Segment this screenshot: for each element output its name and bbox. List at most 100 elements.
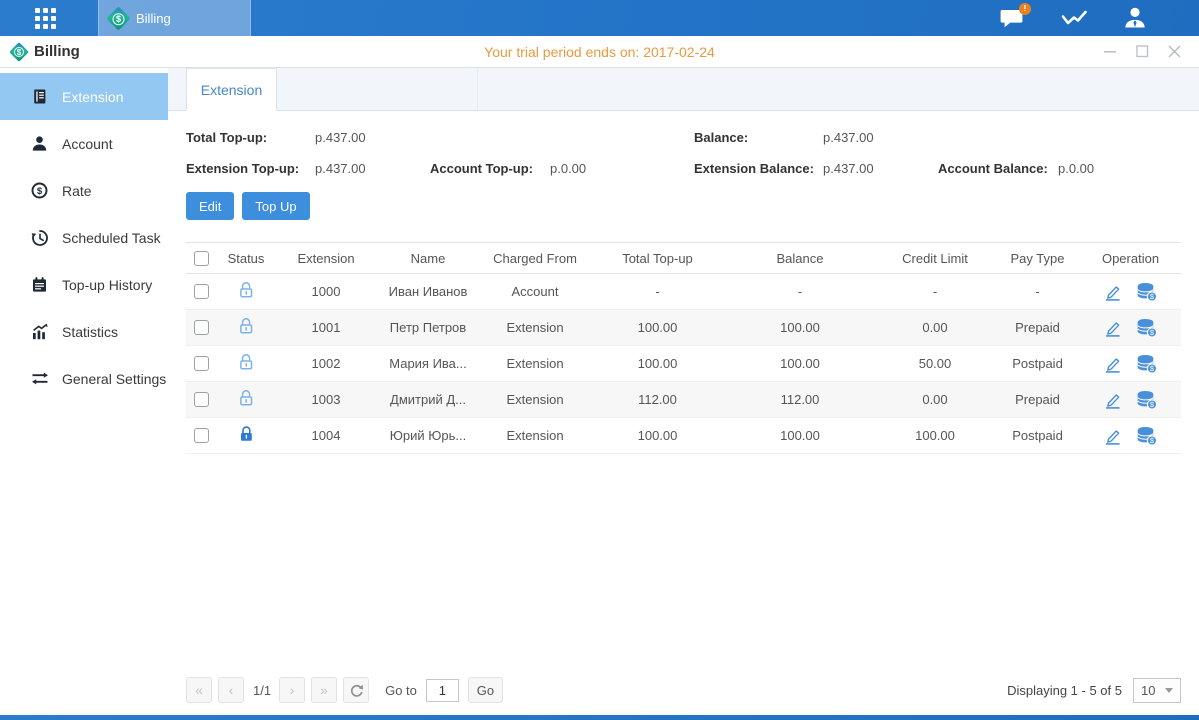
chat-icon[interactable]: !: [1000, 7, 1025, 30]
sidebar-item-topup-history[interactable]: Top-up History: [0, 261, 168, 308]
page-size-select[interactable]: 10: [1133, 678, 1181, 703]
trial-message: Your trial period ends on: 2017-02-24: [0, 44, 1199, 60]
pagination-next-button[interactable]: ›: [279, 677, 305, 703]
col-operation: Operation: [1080, 243, 1181, 274]
summary-panel: Total Top-up: p.437.00 Extension Top-up:…: [186, 127, 1181, 178]
top-up-button[interactable]: Top Up: [242, 192, 309, 220]
topup-coins-icon[interactable]: $: [1136, 282, 1158, 302]
balance-label: Balance:: [694, 130, 823, 145]
locked-icon[interactable]: [238, 425, 255, 443]
stats-icon: [30, 323, 49, 340]
row-checkbox[interactable]: [194, 392, 209, 407]
account-balance-value: p.0.00: [1058, 161, 1173, 176]
cell-charged-from: Account: [480, 274, 590, 310]
minimize-icon[interactable]: [1104, 45, 1117, 58]
table-header-row: Status Extension Name Charged From Total…: [186, 243, 1181, 274]
sidebar-item-label: Rate: [62, 183, 92, 199]
extension-topup-label: Extension Top-up:: [186, 161, 315, 176]
edit-icon[interactable]: [1103, 282, 1122, 301]
sidebar-item-label: Top-up History: [62, 277, 152, 293]
app-launcher-grid-icon[interactable]: [35, 8, 56, 29]
edit-icon[interactable]: [1103, 390, 1122, 409]
col-credit-limit: Credit Limit: [875, 243, 995, 274]
cell-balance: 100.00: [725, 310, 875, 346]
tab-strip-divider: [477, 68, 478, 110]
sidebar-item-label: Statistics: [62, 324, 118, 340]
edit-icon[interactable]: [1103, 426, 1122, 445]
cell-charged-from: Extension: [480, 310, 590, 346]
account-topup-label: Account Top-up:: [430, 161, 550, 176]
notification-badge: !: [1019, 3, 1031, 15]
pagination-prev-button[interactable]: ‹: [218, 677, 244, 703]
top-bar: $ Billing !: [0, 0, 1199, 36]
col-balance: Balance: [725, 243, 875, 274]
cell-name: Иван Иванов: [376, 274, 480, 310]
cell-pay-type: Prepaid: [995, 382, 1080, 418]
row-checkbox[interactable]: [194, 320, 209, 335]
sidebar-item-statistics[interactable]: Statistics: [0, 308, 168, 355]
extension-table-body: 1000Иван ИвановAccount----$1001Петр Петр…: [186, 274, 1181, 454]
cell-name: Юрий Юрь...: [376, 418, 480, 454]
topup-coins-icon[interactable]: $: [1136, 354, 1158, 374]
pagination-first-button[interactable]: «: [186, 677, 212, 703]
row-checkbox[interactable]: [194, 428, 209, 443]
taskbar-item-billing[interactable]: $ Billing: [98, 0, 251, 36]
cell-pay-type: Prepaid: [995, 310, 1080, 346]
sidebar-item-scheduled-task[interactable]: Scheduled Task: [0, 214, 168, 261]
edit-icon[interactable]: [1103, 318, 1122, 337]
cell-credit-limit: 50.00: [875, 346, 995, 382]
select-all-checkbox[interactable]: [194, 251, 209, 266]
topup-coins-icon[interactable]: $: [1136, 426, 1158, 446]
extension-balance-value: p.437.00: [823, 161, 938, 176]
edit-button[interactable]: Edit: [186, 192, 234, 220]
unlocked-icon[interactable]: [238, 281, 255, 299]
row-checkbox[interactable]: [194, 284, 209, 299]
col-extension: Extension: [276, 243, 376, 274]
cell-extension: 1002: [276, 346, 376, 382]
sidebar-item-label: Scheduled Task: [62, 230, 161, 246]
sidebar-item-label: Extension: [62, 89, 123, 105]
page-indicator: 1/1: [253, 683, 271, 698]
user-icon[interactable]: [1123, 6, 1147, 30]
billing-diamond-icon: $: [106, 6, 130, 30]
billing-diamond-icon: $: [9, 42, 29, 62]
sidebar-item-label: General Settings: [62, 371, 166, 387]
row-checkbox[interactable]: [194, 356, 209, 371]
unlocked-icon[interactable]: [238, 353, 255, 371]
topup-coins-icon[interactable]: $: [1136, 390, 1158, 410]
tab-extension[interactable]: Extension: [186, 68, 277, 111]
monitor-chart-icon[interactable]: [1061, 8, 1087, 29]
goto-label: Go to: [385, 683, 417, 698]
dollar-coin-icon: $: [30, 182, 49, 199]
unlocked-icon[interactable]: [238, 389, 255, 407]
unlocked-icon[interactable]: [238, 317, 255, 335]
cell-balance: 100.00: [725, 418, 875, 454]
goto-page-input[interactable]: [426, 679, 459, 702]
page-size-value: 10: [1141, 683, 1155, 698]
cell-extension: 1004: [276, 418, 376, 454]
col-charged-from: Charged From: [480, 243, 590, 274]
person-icon: [30, 135, 49, 152]
cell-credit-limit: -: [875, 274, 995, 310]
cell-balance: 100.00: [725, 346, 875, 382]
sidebar-item-general-settings[interactable]: General Settings: [0, 355, 168, 402]
topup-coins-icon[interactable]: $: [1136, 318, 1158, 338]
close-icon[interactable]: [1168, 45, 1181, 58]
pagination-bar: « ‹ 1/1 › » Go to Go Displaying 1 - 5 of…: [186, 677, 1181, 715]
sidebar: Extension Account $ Rate Scheduled Task …: [0, 68, 168, 715]
edit-icon[interactable]: [1103, 354, 1122, 373]
sidebar-item-account[interactable]: Account: [0, 120, 168, 167]
maximize-icon[interactable]: [1136, 45, 1149, 58]
go-button[interactable]: Go: [468, 677, 503, 703]
refresh-icon[interactable]: [343, 677, 369, 703]
cell-total-topup: 112.00: [590, 382, 725, 418]
cell-pay-type: -: [995, 274, 1080, 310]
main-panel: Extension Total Top-up: p.437.00 Extensi…: [168, 68, 1199, 715]
pagination-last-button[interactable]: »: [311, 677, 337, 703]
cell-total-topup: 100.00: [590, 346, 725, 382]
sidebar-item-rate[interactable]: $ Rate: [0, 167, 168, 214]
table-row: 1004Юрий Юрь...Extension100.00100.00100.…: [186, 418, 1181, 454]
sidebar-item-extension[interactable]: Extension: [0, 73, 168, 120]
cell-credit-limit: 0.00: [875, 382, 995, 418]
total-topup-value: p.437.00: [315, 130, 430, 145]
